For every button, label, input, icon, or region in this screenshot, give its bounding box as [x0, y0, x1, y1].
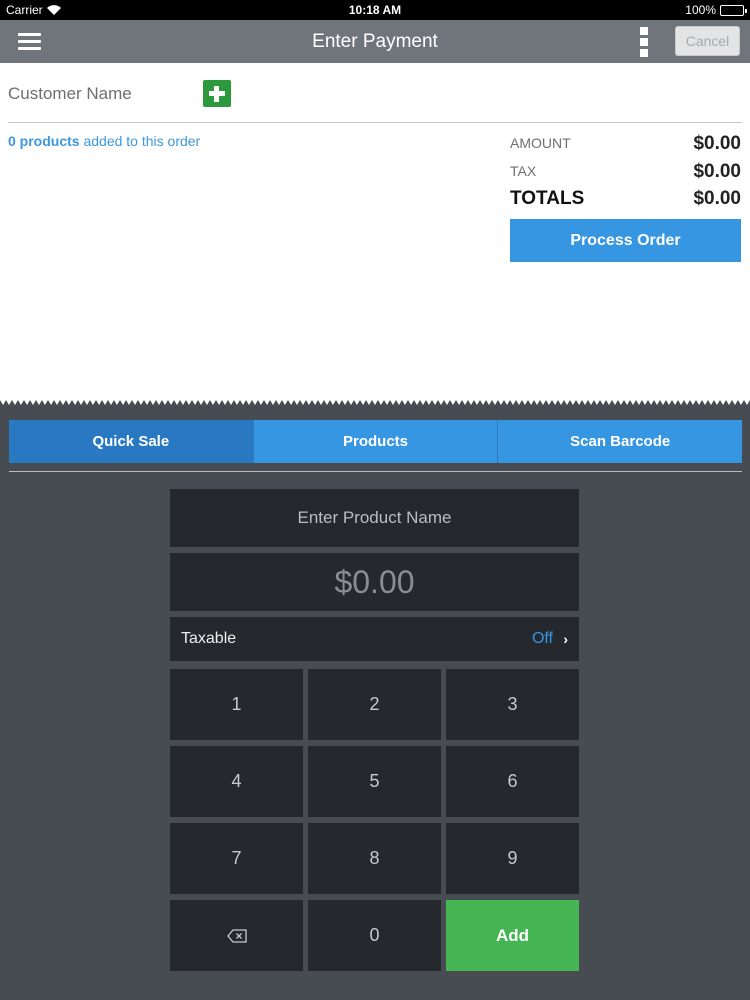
amount-value: $0.00	[693, 133, 741, 154]
keypad-key-8[interactable]: 8	[308, 823, 441, 894]
segmented-tabs: Quick Sale Products Scan Barcode	[9, 420, 743, 463]
price-display: $0.00	[170, 553, 579, 611]
divider	[8, 122, 742, 123]
keypad-key-5[interactable]: 5	[308, 746, 441, 817]
keypad-key-3[interactable]: 3	[446, 669, 579, 740]
add-customer-button[interactable]	[203, 80, 231, 107]
totals-label: TOTALS	[510, 188, 585, 209]
taxable-value: Off	[531, 630, 553, 647]
tab-quick-sale[interactable]: Quick Sale	[9, 420, 254, 463]
keypad-key-4[interactable]: 4	[170, 746, 303, 817]
tab-products[interactable]: Products	[253, 420, 499, 463]
products-suffix: added to this order	[83, 133, 201, 149]
products-count: 0 products	[8, 133, 80, 149]
keypad-key-2[interactable]: 2	[308, 669, 441, 740]
products-count-text: 0 products added to this order	[8, 133, 200, 149]
tab-scan-barcode[interactable]: Scan Barcode	[498, 420, 743, 463]
cancel-button[interactable]: Cancel	[675, 26, 740, 56]
clock: 10:18 AM	[348, 3, 402, 17]
receipt-edge	[0, 397, 750, 405]
taxable-label: Taxable	[181, 630, 237, 647]
amount-label: AMOUNT	[510, 135, 571, 151]
keypad-key-6[interactable]: 6	[446, 746, 579, 817]
status-bar: Carrier 10:18 AM 100%	[0, 0, 750, 20]
battery-percentage: 100%	[685, 3, 716, 17]
chevron-right-icon: ›	[563, 631, 568, 647]
nav-bar: Enter Payment Cancel	[0, 20, 750, 63]
customer-name-label[interactable]: Customer Name	[8, 84, 132, 104]
add-item-button[interactable]: Add	[446, 900, 579, 971]
order-summary-panel: Customer Name 0 products added to this o…	[0, 63, 750, 400]
keypad-key-7[interactable]: 7	[170, 823, 303, 894]
keypad-key-9[interactable]: 9	[446, 823, 579, 894]
keypad-backspace-button[interactable]	[170, 900, 303, 971]
backspace-icon	[226, 928, 247, 943]
keypad-key-0[interactable]: 0	[308, 900, 441, 971]
kebab-menu-icon[interactable]	[638, 27, 650, 57]
keypad-key-1[interactable]: 1	[170, 669, 303, 740]
taxable-toggle-row[interactable]: Taxable Off ›	[170, 617, 579, 661]
process-order-button[interactable]: Process Order	[510, 219, 741, 262]
totals-value: $0.00	[693, 188, 741, 209]
divider	[9, 471, 742, 472]
tax-value: $0.00	[693, 161, 741, 182]
tax-label: TAX	[510, 163, 537, 179]
battery-icon	[720, 5, 747, 16]
product-name-input[interactable]	[170, 489, 579, 547]
